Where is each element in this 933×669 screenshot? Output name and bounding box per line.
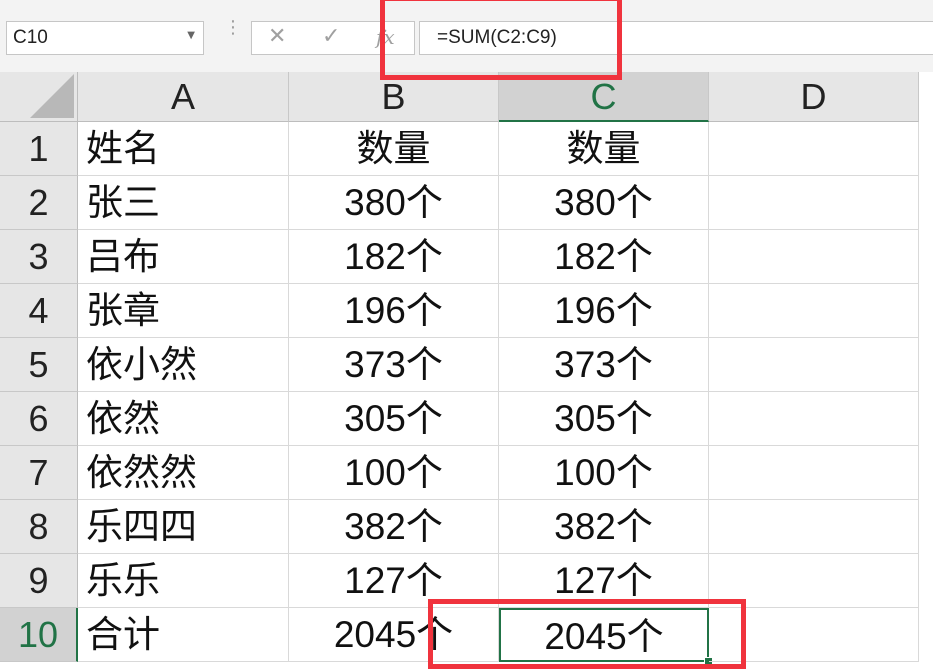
formula-buttons: ✕ ✓ fx <box>251 21 415 55</box>
cell-b6[interactable]: 305个 <box>289 392 499 446</box>
cell-b3[interactable]: 182个 <box>289 230 499 284</box>
cancel-icon[interactable]: ✕ <box>268 24 286 49</box>
drag-handle-icon[interactable]: ⋮ <box>224 19 242 37</box>
select-all-button[interactable] <box>0 72 78 122</box>
cell-d4[interactable] <box>709 284 919 338</box>
select-all-triangle-icon <box>30 74 74 118</box>
cell-d8[interactable] <box>709 500 919 554</box>
cell-a8[interactable]: 乐四四 <box>78 500 289 554</box>
column-header-b[interactable]: B <box>289 72 499 122</box>
row-header-4[interactable]: 4 <box>0 284 78 338</box>
cell-c10[interactable]: 2045个 <box>499 608 709 662</box>
column-header-a[interactable]: A <box>78 72 289 122</box>
row-header-9[interactable]: 9 <box>0 554 78 608</box>
row-header-6[interactable]: 6 <box>0 392 78 446</box>
cell-a2[interactable]: 张三 <box>78 176 289 230</box>
cell-d1[interactable] <box>709 122 919 176</box>
cell-d6[interactable] <box>709 392 919 446</box>
column-header-d[interactable]: D <box>709 72 919 122</box>
cell-a9[interactable]: 乐乐 <box>78 554 289 608</box>
cell-c1[interactable]: 数量 <box>499 122 709 176</box>
cell-b8[interactable]: 382个 <box>289 500 499 554</box>
cell-a4[interactable]: 张章 <box>78 284 289 338</box>
cell-a5[interactable]: 依小然 <box>78 338 289 392</box>
cell-b1[interactable]: 数量 <box>289 122 499 176</box>
row-header-7[interactable]: 7 <box>0 446 78 500</box>
cell-a6[interactable]: 依然 <box>78 392 289 446</box>
cell-b7[interactable]: 100个 <box>289 446 499 500</box>
row-header-8[interactable]: 8 <box>0 500 78 554</box>
cell-d2[interactable] <box>709 176 919 230</box>
cell-d3[interactable] <box>709 230 919 284</box>
formula-input[interactable]: =SUM(C2:C9) <box>419 21 933 55</box>
cell-a7[interactable]: 依然然 <box>78 446 289 500</box>
cell-b4[interactable]: 196个 <box>289 284 499 338</box>
cell-b9[interactable]: 127个 <box>289 554 499 608</box>
name-box[interactable]: C10 ▼ <box>6 21 204 55</box>
cell-b2[interactable]: 380个 <box>289 176 499 230</box>
cell-c3[interactable]: 182个 <box>499 230 709 284</box>
cell-c4[interactable]: 196个 <box>499 284 709 338</box>
cell-d5[interactable] <box>709 338 919 392</box>
enter-icon[interactable]: ✓ <box>322 24 340 49</box>
cell-d10[interactable] <box>709 608 919 662</box>
cell-a3[interactable]: 吕布 <box>78 230 289 284</box>
cell-c2[interactable]: 380个 <box>499 176 709 230</box>
row-header-10[interactable]: 10 <box>0 608 78 662</box>
row-header-1[interactable]: 1 <box>0 122 78 176</box>
column-header-c[interactable]: C <box>499 72 709 122</box>
formula-bar-area: C10 ▼ ⋮ ✕ ✓ fx =SUM(C2:C9) <box>0 0 933 72</box>
row-header-2[interactable]: 2 <box>0 176 78 230</box>
spreadsheet-grid: A B C D 1 姓名 数量 数量 2 张三 380个 380个 3 吕布 182个 182个 4 张章 196个… <box>0 72 933 666</box>
cell-b10[interactable]: 2045个 <box>289 608 499 662</box>
row-header-5[interactable]: 5 <box>0 338 78 392</box>
cell-b5[interactable]: 373个 <box>289 338 499 392</box>
cell-d7[interactable] <box>709 446 919 500</box>
cell-c7[interactable]: 100个 <box>499 446 709 500</box>
cell-c6[interactable]: 305个 <box>499 392 709 446</box>
cell-c8[interactable]: 382个 <box>499 500 709 554</box>
cell-a10[interactable]: 合计 <box>78 608 289 662</box>
cell-d9[interactable] <box>709 554 919 608</box>
insert-function-icon[interactable]: fx <box>376 25 395 49</box>
name-box-value: C10 <box>13 27 48 48</box>
cell-c5[interactable]: 373个 <box>499 338 709 392</box>
cell-c9[interactable]: 127个 <box>499 554 709 608</box>
chevron-down-icon[interactable]: ▼ <box>187 30 195 41</box>
formula-text: =SUM(C2:C9) <box>437 27 557 48</box>
cell-a1[interactable]: 姓名 <box>78 122 289 176</box>
row-header-3[interactable]: 3 <box>0 230 78 284</box>
